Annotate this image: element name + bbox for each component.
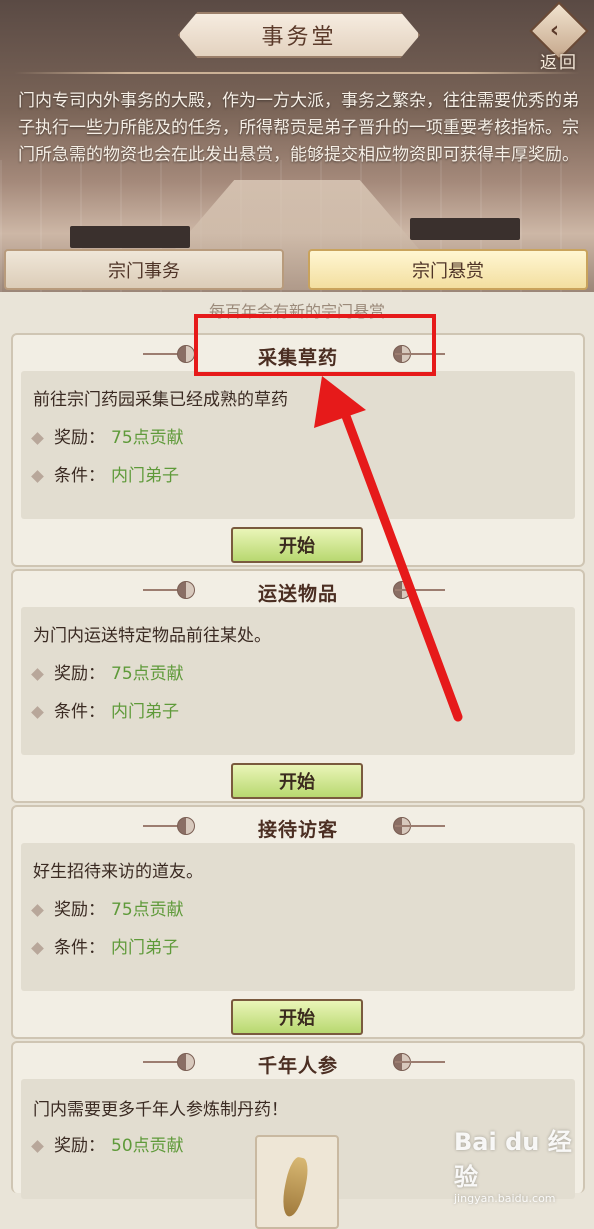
baidu-logo: Bai du 经验 bbox=[454, 1128, 572, 1191]
watermark: Bai du 经验 jingyan.baidu.com bbox=[454, 1122, 594, 1205]
watermark-url: jingyan.baidu.com bbox=[454, 1192, 556, 1205]
pointer-arrow bbox=[314, 376, 463, 722]
